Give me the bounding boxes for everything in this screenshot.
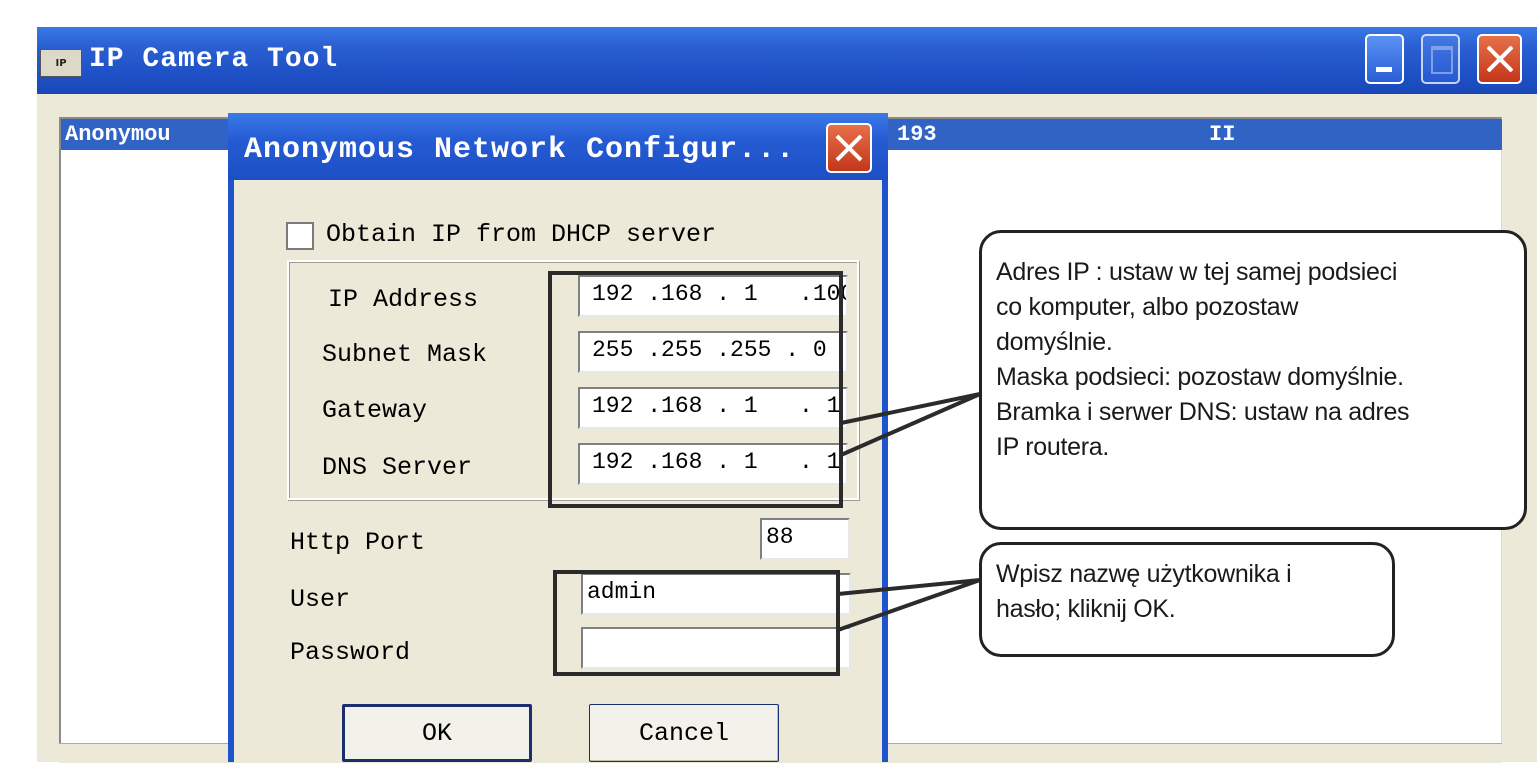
user-label: User bbox=[290, 585, 351, 614]
gateway-label: Gateway bbox=[322, 396, 428, 425]
subnet-mask-field[interactable]: 255 .255 .255 . 0 bbox=[578, 331, 848, 373]
device-type: II bbox=[1209, 122, 1236, 147]
login-callout: Wpisz nazwę użytkownika i hasło; kliknij… bbox=[979, 542, 1395, 657]
device-ip: 193 bbox=[897, 122, 937, 147]
dialog-close-icon[interactable] bbox=[826, 123, 872, 173]
network-config-dialog: Anonymous Network Configur... Obtain IP … bbox=[228, 113, 888, 762]
subnet-mask-label: Subnet Mask bbox=[322, 340, 488, 369]
network-callout: Adres IP : ustaw w tej samej podsieci co… bbox=[979, 230, 1527, 530]
close-icon[interactable] bbox=[1477, 34, 1522, 84]
password-label: Password bbox=[290, 638, 411, 667]
dhcp-checkbox[interactable] bbox=[286, 222, 314, 250]
device-name: Anonymou bbox=[65, 122, 171, 147]
dialog-titlebar[interactable]: Anonymous Network Configur... bbox=[228, 113, 888, 180]
dns-server-label: DNS Server bbox=[322, 453, 473, 482]
dhcp-label[interactable]: Obtain IP from DHCP server bbox=[326, 220, 716, 249]
dns-server-field[interactable]: 192 .168 . 1 . 1 bbox=[578, 443, 848, 485]
dialog-body: Obtain IP from DHCP server IP Address 19… bbox=[234, 180, 882, 762]
maximize-icon[interactable] bbox=[1421, 34, 1460, 84]
password-field[interactable] bbox=[581, 627, 851, 669]
gateway-field[interactable]: 192 .168 . 1 . 1 bbox=[578, 387, 848, 429]
ip-address-field[interactable]: 192 .168 . 1 .100 bbox=[578, 275, 848, 317]
window-title: IP Camera Tool bbox=[89, 44, 339, 75]
cancel-button[interactable]: Cancel bbox=[589, 704, 779, 762]
user-field[interactable]: admin bbox=[581, 573, 851, 615]
ok-button[interactable]: OK bbox=[342, 704, 532, 762]
main-titlebar[interactable]: IP IP Camera Tool bbox=[37, 27, 1537, 94]
ip-address-label: IP Address bbox=[328, 285, 479, 314]
http-port-field[interactable]: 88 bbox=[760, 518, 850, 560]
minimize-icon[interactable] bbox=[1365, 34, 1404, 84]
dialog-title: Anonymous Network Configur... bbox=[244, 133, 796, 167]
app-icon[interactable]: IP bbox=[40, 49, 82, 77]
http-port-label: Http Port bbox=[290, 528, 426, 557]
